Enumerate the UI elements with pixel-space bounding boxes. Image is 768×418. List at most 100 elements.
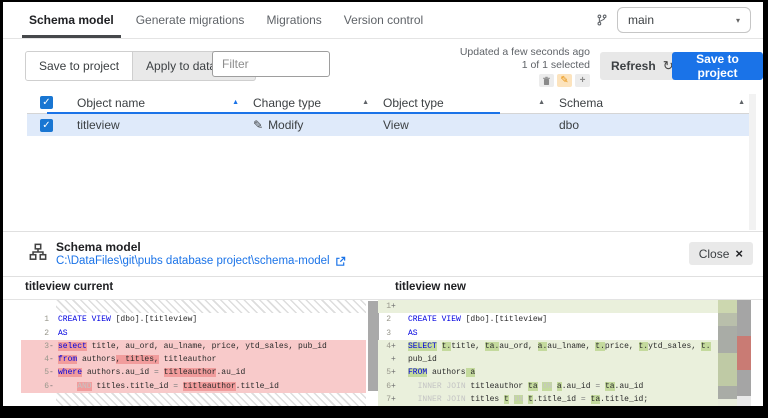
- code-segment: .au_id: [561, 381, 596, 391]
- code-segment: titles.title_id: [91, 381, 174, 391]
- diff-line: 5- where authors.au_id = titleauthor.au_i…: [21, 366, 366, 380]
- code-content: select title, au_ord, au_lname, price, y…: [56, 340, 366, 353]
- diff-line: 3- select title, au_ord, au_lname, price,…: [21, 339, 366, 353]
- column-header-object-name[interactable]: Object name ▲: [71, 96, 247, 110]
- code-content: AS: [56, 327, 366, 340]
- close-icon: ×: [735, 246, 743, 261]
- change-type-label: Modify: [268, 118, 304, 132]
- code-segment: .title_id: [532, 394, 581, 404]
- code-segment: t.: [638, 341, 649, 351]
- column-header-label: Object type: [383, 95, 444, 110]
- project-path-link[interactable]: C:\DataFiles\git\pubs database project\s…: [56, 255, 346, 267]
- segment-save-to-project[interactable]: Save to project: [26, 52, 134, 80]
- diff-minimap[interactable]: [718, 300, 737, 406]
- diff-line: 5 + FROM authors a: [378, 366, 718, 380]
- tab-schema-model[interactable]: Schema model: [18, 2, 125, 38]
- tab-migrations[interactable]: Migrations: [255, 2, 332, 38]
- table-scrollbar[interactable]: [749, 94, 756, 230]
- ruler-segment: [737, 396, 751, 406]
- code-segment: t.: [700, 341, 711, 351]
- column-header-object-type[interactable]: Object type ▲: [377, 96, 553, 110]
- column-header-schema[interactable]: Schema ▲: [553, 96, 753, 110]
- code-segment: select: [58, 341, 87, 351]
- row-checkbox[interactable]: ✓: [40, 118, 53, 132]
- select-all-checkbox[interactable]: ✓: [40, 96, 53, 109]
- line-number: 6: [386, 381, 391, 391]
- code-content: INNER JOIN titles t ON t.title_id = ta.t…: [401, 393, 718, 406]
- diff-line: 6- AND titles.title_id = titleauthor.tit…: [21, 379, 366, 393]
- line-number: 1: [386, 302, 391, 311]
- delete-icon[interactable]: [539, 74, 554, 87]
- diff-line: 6 + INNER JOIN titleauthor ta ON a.au_id …: [378, 379, 718, 393]
- minimap-segment: [718, 326, 737, 353]
- code-content: INNER JOIN titleauthor ta ON a.au_id = t…: [401, 380, 718, 393]
- sort-ascending-icon[interactable]: ▲: [538, 99, 545, 106]
- diff-line: 2 AS: [21, 327, 366, 340]
- code-segment: ta: [590, 394, 601, 404]
- diff-line: 3 AS: [378, 327, 718, 340]
- code-segment: CREATE VIEW: [408, 315, 461, 325]
- diff-marker: -: [49, 355, 54, 364]
- diff-title-row: titleview current titleview new: [3, 277, 763, 300]
- diff-marker: [49, 313, 56, 326]
- code-content: from authors, titles, titleauthor: [56, 353, 366, 366]
- code-content: [401, 300, 718, 313]
- status-block: Updated a few seconds ago 1 of 1 selecte…: [460, 46, 590, 87]
- diff-pane-new: 1 +2 CREATE VIEW [dbo].[titleview] 3 AS 4 + SEL…: [378, 300, 751, 406]
- diff-line: + pub_id: [378, 353, 718, 367]
- code-segment: ON: [542, 381, 553, 391]
- line-number: 2: [386, 315, 391, 325]
- diff-marker: -: [49, 341, 54, 351]
- code-segment: titleauthor: [182, 381, 236, 391]
- code-segment: ytd_sales,: [648, 341, 701, 351]
- open-external-icon[interactable]: [335, 256, 346, 267]
- sort-ascending-icon[interactable]: ▲: [362, 99, 369, 106]
- code-content: AS: [401, 327, 718, 340]
- add-icon[interactable]: +: [575, 74, 590, 87]
- close-panel-button[interactable]: Close ×: [688, 242, 753, 265]
- code-segment: title,: [451, 341, 485, 351]
- tab-generate-migrations[interactable]: Generate migrations: [125, 2, 256, 38]
- filter-input[interactable]: [212, 51, 330, 77]
- code-content: CREATE VIEW [dbo].[titleview]: [401, 313, 718, 326]
- diff-overview-ruler[interactable]: [737, 300, 751, 406]
- diff-left-title: titleview current: [25, 281, 114, 293]
- edit-icon[interactable]: ✎: [557, 74, 572, 87]
- diff-marker: +: [391, 394, 396, 404]
- branch-dropdown[interactable]: main ▾: [617, 7, 751, 33]
- line-number: 3: [386, 328, 391, 338]
- selection-count-text: 1 of 1 selected: [521, 59, 590, 71]
- line-number: 7: [386, 394, 391, 404]
- refresh-button-label: Refresh: [611, 59, 656, 73]
- line-number: 2: [44, 328, 49, 338]
- minimap-segment: [718, 399, 737, 406]
- code-segment: authors.au_id: [82, 368, 155, 378]
- save-to-project-button[interactable]: Save to project: [672, 52, 763, 80]
- column-header-change-type[interactable]: Change type ▲: [247, 96, 377, 110]
- diff-marker: +: [391, 302, 396, 311]
- chevron-down-icon: ▾: [735, 15, 740, 25]
- sort-ascending-icon[interactable]: ▲: [232, 99, 239, 106]
- code-segment: t.: [595, 341, 605, 351]
- line-number: 4: [44, 355, 49, 364]
- close-button-label: Close: [698, 246, 730, 261]
- code-segment: titleauthor: [158, 355, 217, 364]
- sort-ascending-icon[interactable]: ▲: [738, 99, 745, 106]
- code-segment: au_ord,: [499, 341, 538, 351]
- column-header-label: Object name: [77, 95, 146, 110]
- tab-version-control[interactable]: Version control: [333, 2, 434, 38]
- diff-marker: -: [49, 381, 54, 391]
- code-segment: INNER JOIN: [417, 394, 466, 404]
- table-row[interactable]: ✓ titleview ✎ Modify View dbo: [27, 114, 753, 136]
- code-segment: authors: [427, 368, 466, 378]
- cell-change-type: ✎ Modify: [247, 118, 377, 132]
- code-segment: .au_id: [614, 381, 644, 391]
- diff-marker: [391, 327, 401, 340]
- diff-line: 7 + INNER JOIN titles t ON t.title_id = t…: [378, 392, 718, 406]
- code-segment: , titles,: [115, 355, 159, 364]
- code-segment: AND: [77, 381, 92, 391]
